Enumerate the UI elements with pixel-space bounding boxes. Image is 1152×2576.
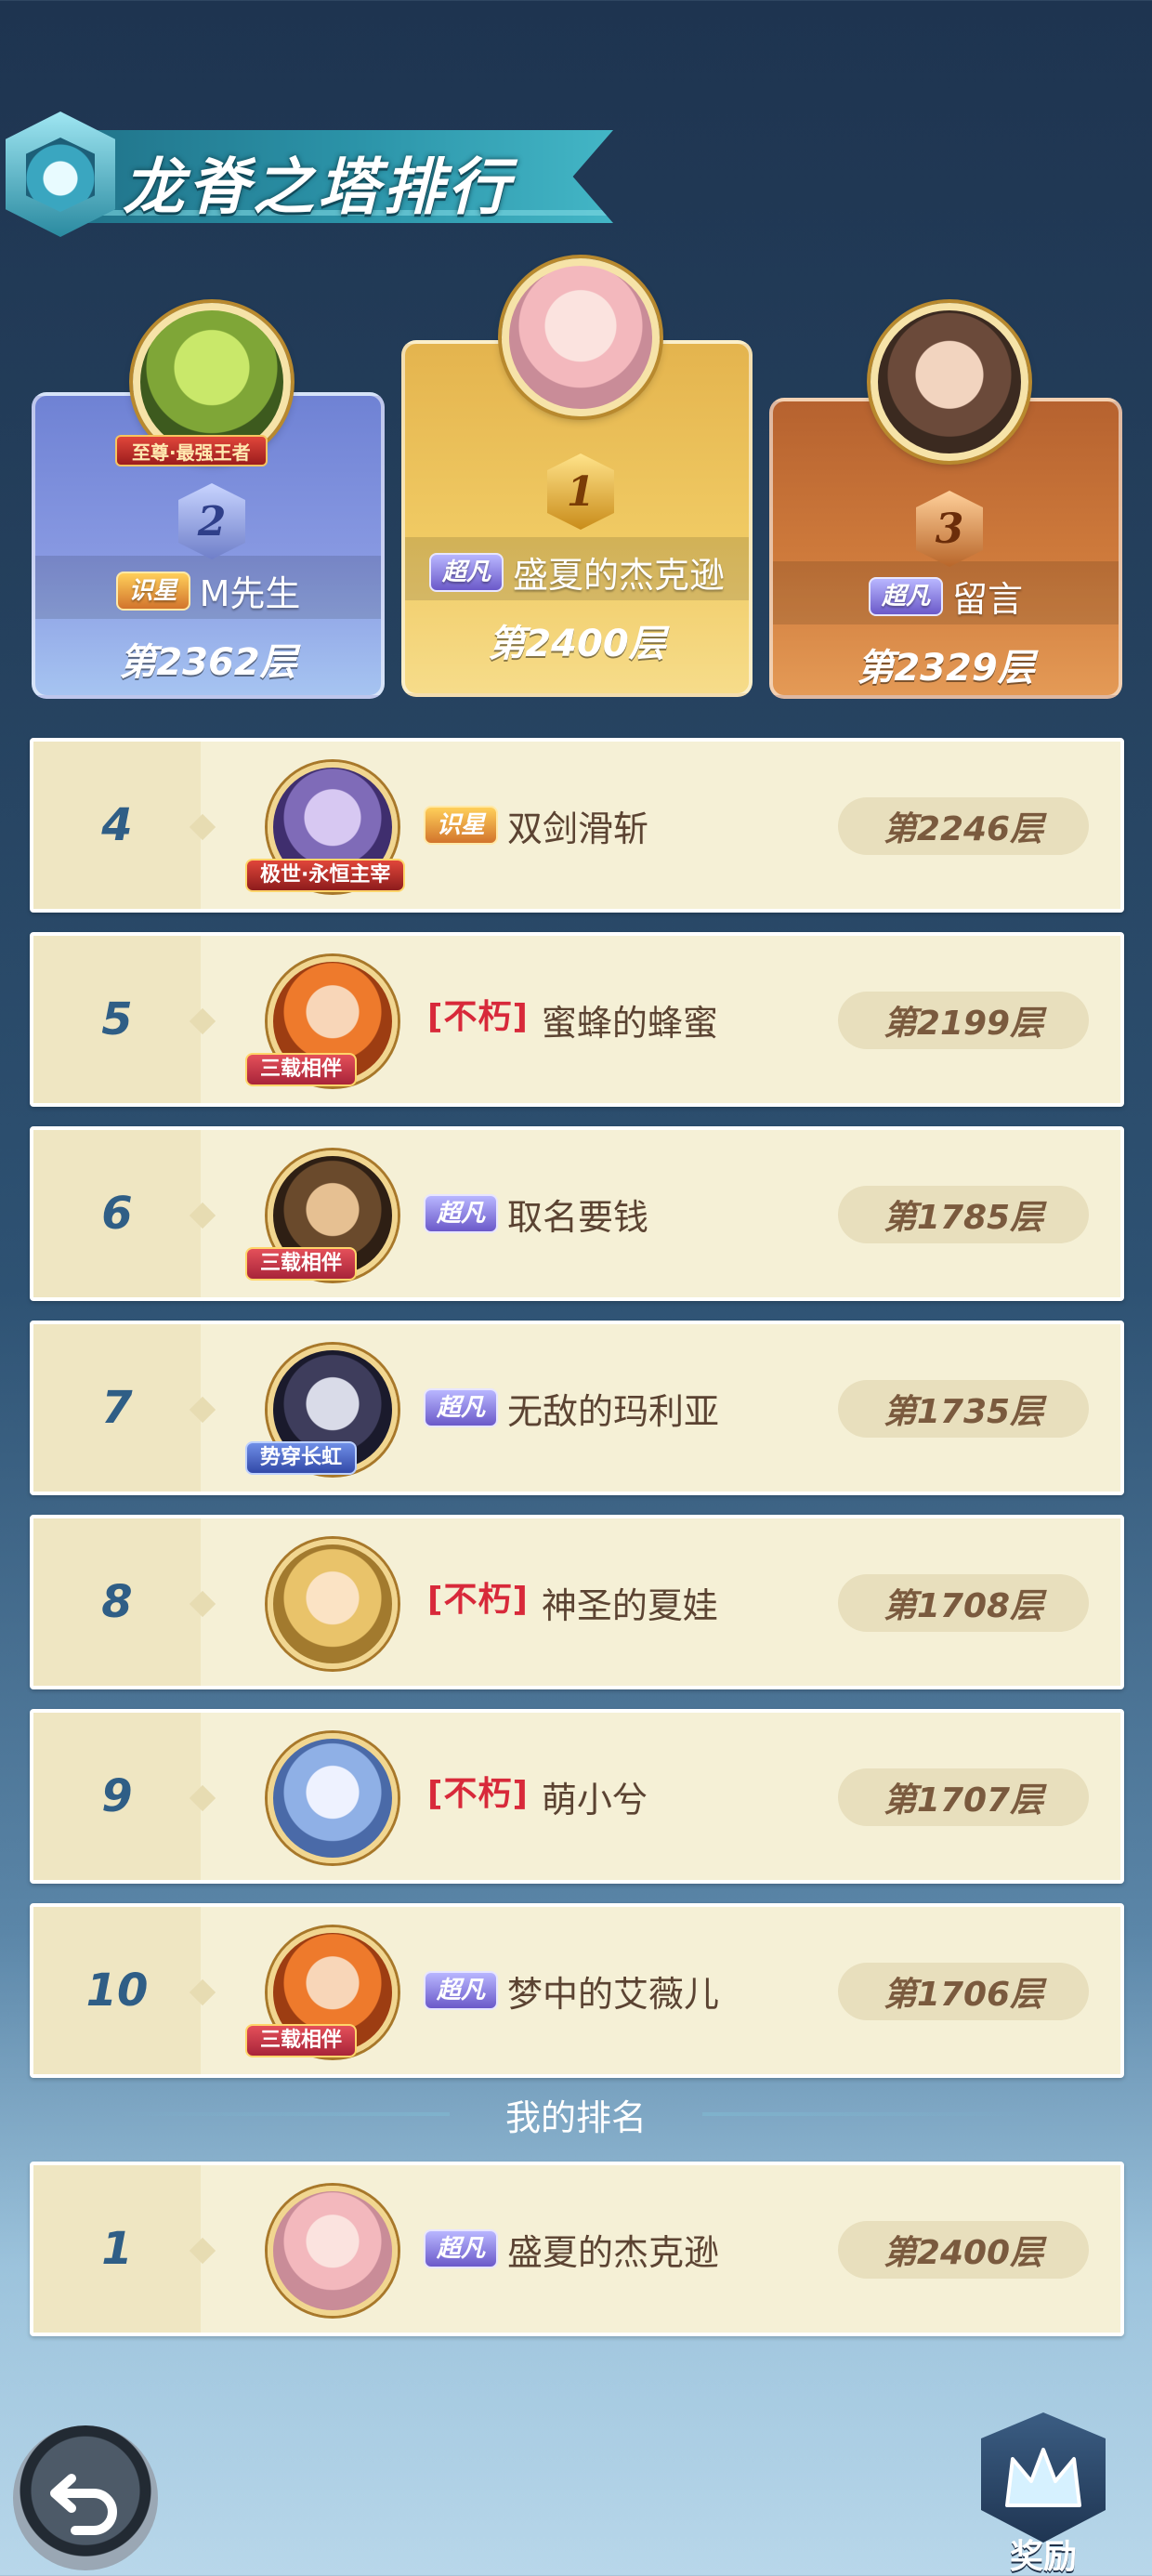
rank-number: 6 [101,1188,133,1240]
avatar-frame-title: 至尊·最强王者 [115,435,268,467]
my-rank-row[interactable]: 1 超凡 盛夏的杰克逊 第2400层 [30,2162,1124,2336]
crown-icon [1005,2448,1081,2507]
floor-value: 第2400层 [838,2221,1089,2279]
rank-medal-icon: 3 [916,491,983,567]
floor-value: 第1707层 [838,1768,1089,1826]
avatar[interactable] [268,2186,398,2316]
podium-rank-2[interactable]: 至尊·最强王者 2 识星 M先生 第2362层 [32,303,385,699]
player-name: 留言 [952,579,1024,620]
avatar[interactable] [871,303,1028,461]
player-name: 取名要钱 [507,1196,649,1238]
floor-value: 第1706层 [838,1963,1089,2020]
rank-number: 7 [101,1382,133,1434]
player-name: 萌小兮 [541,1779,648,1820]
player-name: 盛夏的杰克逊 [513,555,726,596]
floor-value: 第2329层 [857,647,1035,690]
podium-rank-3[interactable]: 3 超凡 留言 第2329层 [769,303,1122,699]
title-badge: 超凡 [424,1194,499,1233]
my-rank-header: 我的排名 [111,2082,1041,2147]
floor-value: 第2400层 [488,623,666,665]
podium-rank-1[interactable]: 1 超凡 盛夏的杰克逊 第2400层 [401,258,753,697]
avatar-frame-title: 三载相伴 [245,1247,358,1281]
avatar[interactable] [268,1539,398,1669]
floor-value: 第1785层 [838,1186,1089,1243]
back-arrow-icon [50,2474,117,2535]
rank-number: 9 [101,1770,133,1822]
rank-number: 5 [101,993,133,1045]
title-badge: 超凡 [424,1388,499,1427]
ranking-row[interactable]: 7 势穿长虹 超凡 无敌的玛利亚 第1735层 [30,1321,1124,1495]
page-title: 龙脊之塔排行 [123,151,513,223]
ranking-row[interactable]: 8 [不朽] 神圣的夏娃 第1708层 [30,1515,1124,1689]
title-badge: 超凡 [428,552,504,592]
reward-button[interactable]: 奖励 [974,2412,1113,2576]
title-banner: 龙脊之塔排行 [0,102,632,242]
avatar[interactable] [502,258,660,416]
title-badge: [不朽] [427,1581,529,1619]
avatar-frame-title: 三载相伴 [245,1053,358,1086]
ranking-row[interactable]: 4 极世·永恒主宰 识星 双剑滑斩 第2246层 [30,738,1124,913]
avatar-frame-title: 三载相伴 [245,2024,358,2057]
rank-number: 1 [101,2223,133,2275]
ranking-row[interactable]: 10 三载相伴 超凡 梦中的艾薇儿 第1706层 [30,1903,1124,2078]
title-badge: 超凡 [424,1971,499,2010]
my-rank-label: 我的排名 [505,2096,648,2138]
title-badge: 超凡 [868,576,943,616]
rank-medal-icon: 1 [547,453,614,530]
title-badge: [不朽] [427,1775,529,1813]
back-button[interactable] [13,2425,158,2570]
player-name: 盛夏的杰克逊 [507,2231,720,2273]
floor-value: 第1708层 [838,1574,1089,1632]
avatar[interactable] [268,1733,398,1863]
player-name: 无敌的玛利亚 [507,1390,720,1432]
rank-number: 8 [101,1576,133,1628]
floor-value: 第2362层 [119,641,297,684]
avatar-frame-title: 极世·永恒主宰 [245,859,406,892]
title-badge: 超凡 [424,2229,499,2268]
rank-medal-icon: 2 [178,483,245,559]
player-name: 梦中的艾薇儿 [507,1973,720,2015]
rank-number: 10 [85,1965,149,2017]
ranking-row[interactable]: 5 三载相伴 [不朽] 蜜蜂的蜂蜜 第2199层 [30,932,1124,1107]
player-name: M先生 [199,573,301,614]
player-name: 蜜蜂的蜂蜜 [541,1002,718,1044]
ranking-row[interactable]: 9 [不朽] 萌小兮 第1707层 [30,1709,1124,1884]
floor-value: 第1735层 [838,1380,1089,1438]
player-name: 神圣的夏娃 [541,1584,718,1626]
title-badge: 识星 [115,571,190,611]
rank-number: 4 [101,799,133,851]
floor-value: 第2246层 [838,797,1089,855]
title-badge: [不朽] [427,998,529,1036]
title-badge: 识星 [424,806,499,845]
floor-value: 第2199层 [838,992,1089,1049]
avatar-frame-title: 势穿长虹 [245,1441,358,1475]
ranking-row[interactable]: 6 三载相伴 超凡 取名要钱 第1785层 [30,1126,1124,1301]
reward-label: 奖励 [1009,2538,1077,2576]
player-name: 双剑滑斩 [507,808,649,849]
